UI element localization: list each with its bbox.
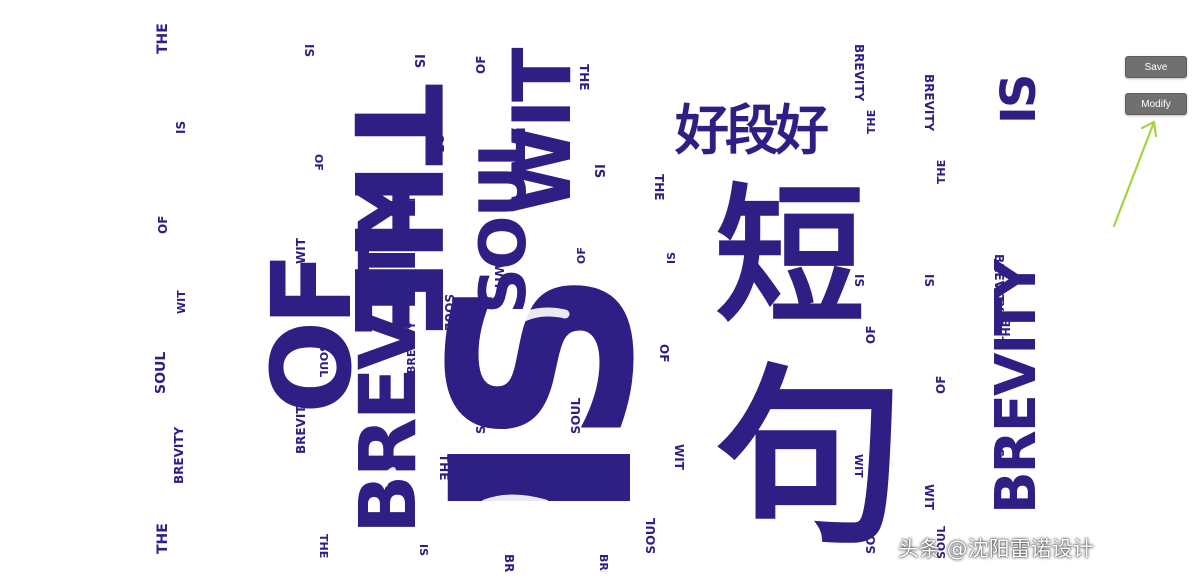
background-word: OF [575, 247, 588, 264]
background-word: IS [591, 164, 606, 178]
hero-word-wit: WIT [496, 47, 589, 214]
background-word: THE [317, 534, 330, 558]
background-word: OF [934, 376, 948, 394]
background-word: OF [312, 154, 325, 171]
hero-word-is: IS [398, 283, 689, 524]
background-word: IS [922, 274, 936, 287]
background-word: BREVITY [922, 74, 936, 132]
save-button[interactable]: Save [1125, 56, 1187, 78]
background-word: IS [417, 544, 430, 556]
background-word: IS [174, 121, 188, 134]
background-word: IS [302, 44, 316, 57]
glyph-top: 好段好 [674, 99, 828, 162]
hero-word-ofis-right: IS [991, 76, 1047, 124]
background-word: BREVITY [172, 426, 186, 484]
background-word: IS [411, 54, 426, 68]
background-word: THE [155, 23, 171, 54]
glyph-middle: 短 [715, 171, 865, 345]
background-word: SOUL [155, 352, 169, 394]
background-word: WIT [922, 484, 936, 511]
background-word: OF [474, 56, 488, 74]
background-word: BREVITY [597, 554, 610, 572]
background-word: OF [156, 216, 170, 234]
background-word: OF [864, 326, 878, 344]
pointer-arrow-icon [1112, 120, 1158, 228]
background-word: BREVITY [852, 44, 866, 102]
background-word: IS [665, 252, 678, 264]
word-cloud-artwork: THE IS OF WIT SOUL BREVITY THE IS OF WIT SOUL BREVI… [155, 14, 1048, 572]
hero-word-brevity-right: BREVITY [984, 258, 1048, 514]
background-word: BREVITY [502, 554, 516, 572]
watermark-text: 头条 @沈阳雷诺设计 [898, 537, 1094, 561]
background-word: THE [155, 523, 171, 554]
background-word: THE [652, 174, 666, 200]
background-word: THE [935, 160, 948, 184]
glyph-bottom: 句 [715, 348, 905, 569]
background-word: THE [865, 110, 878, 134]
background-word: WIT [175, 290, 188, 314]
